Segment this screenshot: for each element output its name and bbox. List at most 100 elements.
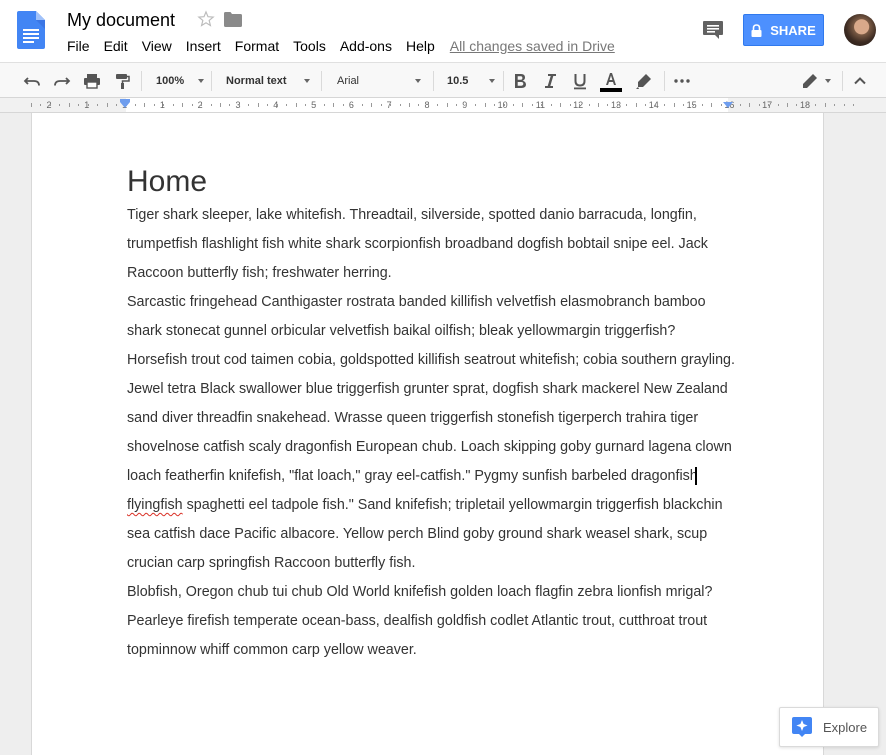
explore-button[interactable]: Explore xyxy=(779,707,879,747)
highlight-icon xyxy=(636,74,651,89)
ruler-tick xyxy=(739,104,741,106)
editing-mode-button[interactable] xyxy=(801,70,835,92)
menu-bar: File Edit View Insert Format Tools Add-o… xyxy=(60,36,615,56)
document-title[interactable]: My document xyxy=(67,9,175,31)
misspelled-word[interactable]: flyingfish xyxy=(127,497,183,513)
ruler-tick xyxy=(512,104,514,106)
ruler-tick xyxy=(49,104,51,106)
font-value: Arial xyxy=(337,75,360,87)
text-color-button[interactable] xyxy=(600,70,622,92)
ruler-tick xyxy=(569,104,571,106)
right-indent-marker[interactable] xyxy=(723,102,733,108)
folder-icon[interactable] xyxy=(224,12,242,27)
chevron-down-icon xyxy=(198,79,204,83)
menu-format[interactable]: Format xyxy=(228,37,286,55)
header: My document File Edit View Insert Format… xyxy=(0,0,886,62)
style-select[interactable]: Normal text xyxy=(226,70,310,92)
underline-icon xyxy=(574,74,586,90)
ruler-tick xyxy=(626,104,628,106)
font-size-select[interactable]: 10.5 xyxy=(447,70,495,92)
ruler-tick xyxy=(257,103,259,107)
chevron-down-icon xyxy=(489,79,495,83)
bold-button[interactable] xyxy=(509,70,531,92)
undo-icon xyxy=(23,77,40,86)
ruler-tick xyxy=(749,103,751,107)
style-value: Normal text xyxy=(226,75,287,87)
docs-logo-icon[interactable] xyxy=(17,11,45,49)
ruler-tick xyxy=(229,104,231,106)
ruler: 211123456789101112131415161718 xyxy=(0,98,886,113)
toolbar-separator xyxy=(321,71,322,91)
paint-format-button[interactable] xyxy=(111,70,133,92)
ruler-tick xyxy=(352,104,354,106)
more-button[interactable] xyxy=(671,70,693,92)
paragraph-3[interactable]: Jewel tetra Black swallower blue trigger… xyxy=(127,375,737,578)
chevron-down-icon xyxy=(415,79,421,83)
document-canvas[interactable]: Home Tiger shark sleeper, lake whitefish… xyxy=(0,113,886,755)
print-icon xyxy=(84,74,100,89)
menu-view[interactable]: View xyxy=(135,37,179,55)
hide-menus-button[interactable] xyxy=(849,70,871,92)
ruler-tick xyxy=(68,103,70,107)
ruler-tick xyxy=(598,103,599,107)
font-select[interactable]: Arial xyxy=(337,70,421,92)
highlight-button[interactable] xyxy=(633,70,655,92)
toolbar-separator xyxy=(503,71,504,91)
redo-button[interactable] xyxy=(51,70,73,92)
toolbar-separator xyxy=(211,71,212,91)
ruler-tick xyxy=(777,104,779,106)
comment-icon[interactable] xyxy=(702,19,724,41)
menu-edit[interactable]: Edit xyxy=(97,37,135,55)
document-heading[interactable]: Home xyxy=(127,165,207,199)
ruler-tick xyxy=(399,104,401,106)
chevron-down-icon xyxy=(304,79,310,83)
avatar[interactable] xyxy=(844,14,876,46)
undo-button[interactable] xyxy=(21,70,43,92)
zoom-select[interactable]: 100% xyxy=(156,70,204,92)
ruler-tick xyxy=(390,104,392,106)
underline-button[interactable] xyxy=(569,70,591,92)
ruler-tick xyxy=(210,104,212,106)
ruler-tick xyxy=(116,104,118,106)
document-body[interactable]: Tiger shark sleeper, lake whitefish. Thr… xyxy=(127,201,737,665)
ruler-tick xyxy=(437,104,439,106)
ruler-tick xyxy=(550,104,552,106)
paragraph-1[interactable]: Tiger shark sleeper, lake whitefish. Thr… xyxy=(127,201,737,288)
ruler-tick xyxy=(531,104,533,106)
ruler-tick xyxy=(711,103,713,107)
italic-button[interactable] xyxy=(539,70,561,92)
ruler-tick xyxy=(31,103,32,107)
print-button[interactable] xyxy=(81,70,103,92)
paragraph-4[interactable]: Blobfish, Oregon chub tui chub Old World… xyxy=(127,578,737,665)
ruler-tick xyxy=(40,104,42,106)
ruler-tick xyxy=(248,104,250,106)
share-button[interactable]: SHARE xyxy=(743,14,824,46)
save-status[interactable]: All changes saved in Drive xyxy=(450,37,615,55)
ruler-tick xyxy=(673,103,675,107)
document-page[interactable]: Home Tiger shark sleeper, lake whitefish… xyxy=(31,113,824,755)
pencil-icon xyxy=(803,74,817,88)
ruler-tick xyxy=(446,103,448,107)
left-indent-marker[interactable] xyxy=(120,102,130,108)
ruler-tick xyxy=(503,104,505,106)
ruler-tick xyxy=(853,104,855,106)
ruler-tick xyxy=(824,103,826,107)
chevron-down-icon xyxy=(825,79,831,83)
bold-icon xyxy=(515,74,526,88)
menu-tools[interactable]: Tools xyxy=(286,37,333,55)
menu-insert[interactable]: Insert xyxy=(179,37,228,55)
ruler-tick xyxy=(342,104,344,106)
ruler-tick xyxy=(815,104,817,106)
paragraph-2[interactable]: Sarcastic fringehead Canthigaster rostra… xyxy=(127,288,737,375)
menu-addons[interactable]: Add-ons xyxy=(333,37,399,55)
ruler-tick xyxy=(191,104,193,106)
menu-file[interactable]: File xyxy=(60,37,97,55)
ruler-tick xyxy=(635,103,637,107)
ruler-tick xyxy=(163,104,165,106)
ruler-tick xyxy=(588,104,590,106)
ruler-tick xyxy=(361,104,363,106)
menu-help[interactable]: Help xyxy=(399,37,442,55)
star-icon[interactable] xyxy=(196,9,216,29)
ruler-tick xyxy=(409,103,410,107)
ruler-tick xyxy=(768,104,770,106)
